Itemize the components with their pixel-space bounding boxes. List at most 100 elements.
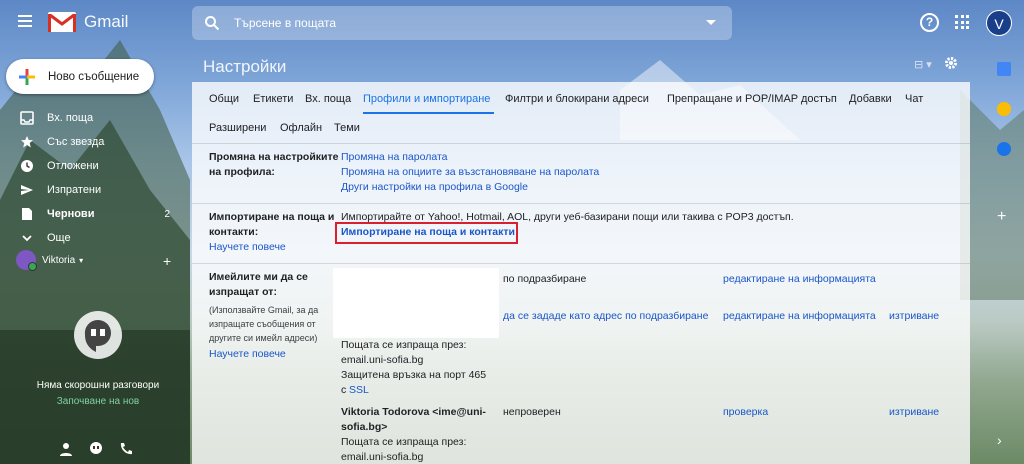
- search-input[interactable]: Търсене в пощата: [234, 16, 336, 30]
- tab-advanced[interactable]: Разширени: [209, 122, 266, 134]
- add-addon-icon[interactable]: +: [997, 208, 1006, 226]
- nav-label: Вх. поща: [47, 112, 94, 124]
- caret-down-icon: ▾: [79, 255, 84, 265]
- note-line: изпращате съобщения от: [209, 319, 316, 329]
- input-tools-icon[interactable]: ⊟ ▾: [914, 58, 932, 71]
- nav-item-sent[interactable]: Изпратени: [0, 178, 182, 202]
- chevron-down-icon: [22, 235, 32, 242]
- change-password-link[interactable]: Промяна на паролата: [341, 151, 447, 163]
- help-icon[interactable]: ?: [920, 13, 939, 32]
- delete-link[interactable]: изтриване: [889, 310, 939, 322]
- calendar-icon[interactable]: [997, 62, 1011, 76]
- hangouts-chat-icon[interactable]: [88, 441, 104, 457]
- label-line: контакти:: [209, 226, 259, 238]
- edit-info-link[interactable]: редактиране на информацията: [723, 273, 876, 285]
- quote-bubble-icon: [84, 319, 111, 352]
- nav-label: Изпратени: [47, 184, 102, 196]
- send-as-note: (Използвайте Gmail, за да изпращате съоб…: [209, 303, 318, 345]
- gmail-logo[interactable]: Gmail: [48, 12, 128, 32]
- apps-grid-icon[interactable]: [955, 15, 969, 29]
- app-name: Gmail: [84, 12, 129, 31]
- expand-panel-icon[interactable]: ›: [997, 432, 1002, 448]
- nav-label: Със звезда: [47, 136, 105, 148]
- hangouts-bottom-bar: [58, 441, 134, 457]
- send-as-label: Имейлите ми да се изпращат от:: [209, 270, 308, 300]
- google-account-settings-link[interactable]: Други настройки на профила в Google: [341, 181, 528, 193]
- tab-general[interactable]: Общи: [209, 93, 239, 105]
- send-as-learn-more-link[interactable]: Научете повече: [209, 348, 286, 360]
- compose-button[interactable]: Ново съобщение: [6, 59, 154, 94]
- import-learn-more-link[interactable]: Научете повече: [209, 241, 286, 253]
- hangouts-user-name: Viktoria: [42, 254, 76, 266]
- tab-offline[interactable]: Офлайн: [280, 122, 322, 134]
- nav-item-inbox[interactable]: Вх. поща: [0, 106, 182, 130]
- delete-link[interactable]: изтриване: [889, 406, 939, 418]
- divider: [192, 143, 970, 144]
- search-options-icon[interactable]: [706, 20, 716, 25]
- page-title: Настройки: [203, 57, 287, 76]
- nav-item-drafts[interactable]: Чернови 2: [0, 202, 182, 226]
- keep-icon[interactable]: [997, 102, 1011, 116]
- verify-link[interactable]: проверка: [723, 406, 768, 418]
- tab-labels[interactable]: Етикети: [253, 93, 293, 105]
- nav-label: Чернови: [47, 208, 95, 220]
- tab-forwarding[interactable]: Препращане и POP/IMAP достъп: [667, 93, 837, 105]
- nav-item-snoozed[interactable]: Отложени: [0, 154, 182, 178]
- tab-themes[interactable]: Теми: [334, 122, 360, 134]
- top-bar: Gmail Търсене в пощата ? V: [0, 0, 1024, 46]
- profile-settings-label: Промяна на настройките на профила:: [209, 150, 338, 180]
- smtp-server: email.uni-sofia.bg: [341, 354, 424, 366]
- label-line: Импортиране на поща и: [209, 211, 335, 223]
- nav-label: Отложени: [47, 160, 99, 172]
- tab-addons[interactable]: Добавки: [849, 93, 892, 105]
- note-line: другите си имейл адреси): [209, 333, 318, 343]
- nav-label: Още: [47, 232, 71, 244]
- divider: [192, 203, 970, 204]
- import-label: Импортиране на поща и контакти:: [209, 210, 334, 240]
- drafts-count: 2: [164, 208, 170, 220]
- tab-accounts-import[interactable]: Профили и импортиране: [363, 93, 490, 105]
- gmail-m-icon: [48, 12, 76, 32]
- unverified-status: непроверен: [503, 406, 561, 418]
- star-icon: [21, 136, 33, 148]
- ssl-link[interactable]: SSL: [349, 384, 369, 396]
- plus-icon: [19, 68, 35, 85]
- label-line: Промяна на настройките: [209, 151, 339, 163]
- hangouts-user[interactable]: Viktoria ▾: [16, 250, 84, 271]
- send-icon: [21, 185, 33, 195]
- sent-via-text: Пощата се изпраща през:: [341, 339, 467, 351]
- tab-inbox[interactable]: Вх. поща: [305, 93, 351, 105]
- divider: [192, 263, 970, 264]
- secure-connection-text: Защитена връзка на порт 465: [341, 369, 487, 381]
- highlight-box: [335, 222, 518, 244]
- entry2-name: Viktoria Todorova <ime@uni-: [341, 406, 486, 418]
- settings-panel: Общи Етикети Вх. поща Профили и импортир…: [192, 82, 970, 464]
- gear-icon[interactable]: [944, 56, 958, 70]
- search-bar[interactable]: Търсене в пощата: [192, 6, 732, 40]
- nav-item-more[interactable]: Още: [0, 226, 182, 250]
- search-icon[interactable]: [204, 15, 220, 31]
- add-chat-icon[interactable]: +: [163, 253, 171, 269]
- no-recent-chats: Няма скорошни разговори: [36, 380, 160, 391]
- label-line: изпращат от:: [209, 286, 277, 298]
- avatar: [16, 250, 37, 271]
- nav-item-starred[interactable]: Със звезда: [0, 130, 182, 154]
- change-recovery-link[interactable]: Промяна на опциите за възстановяване на …: [341, 166, 599, 178]
- redacted-address-box: [333, 268, 499, 338]
- draft-icon: [22, 208, 32, 220]
- tab-filters[interactable]: Филтри и блокирани адреси: [505, 93, 649, 105]
- edit-info-link[interactable]: редактиране на информацията: [723, 310, 876, 322]
- main-menu-icon[interactable]: [18, 15, 32, 29]
- sent-via-text: Пощата се изпраща през:: [341, 436, 467, 448]
- compose-label: Ново съобщение: [48, 70, 140, 83]
- tasks-icon[interactable]: [997, 142, 1011, 156]
- tab-chat[interactable]: Чат: [905, 93, 923, 105]
- make-default-link[interactable]: да се зададе като адрес по подразбиране: [503, 310, 708, 322]
- phone-icon[interactable]: [118, 441, 134, 457]
- note-line: (Използвайте Gmail, за да: [209, 305, 319, 315]
- account-avatar[interactable]: V: [986, 10, 1012, 36]
- person-icon[interactable]: [58, 441, 74, 457]
- entry2-name-cont: sofia.bg>: [341, 421, 388, 433]
- start-new-chat-link[interactable]: Започване на нов: [0, 396, 196, 407]
- label-line: Имейлите ми да се: [209, 271, 308, 283]
